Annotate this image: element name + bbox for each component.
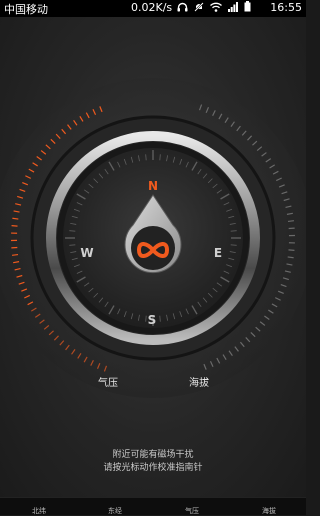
- dial-tick: [69, 245, 75, 246]
- dial-tick: [69, 231, 75, 232]
- dial-tick: [160, 154, 161, 160]
- hint-line-1: 附近可能有磁场干扰: [0, 449, 306, 462]
- dial-tick: [231, 245, 237, 246]
- compass-screen: N E S W 气压 海拔 附近可能有磁场干扰 请按光标动作校准指南针: [0, 17, 306, 497]
- east-label: E: [214, 246, 222, 260]
- network-speed: 0.02K/s: [131, 1, 172, 14]
- dial-tick: [231, 231, 237, 232]
- wifi-icon: [210, 2, 222, 12]
- hint-line-2: 请按光标动作校准指南针: [0, 462, 306, 475]
- dial-tick: [146, 154, 147, 160]
- carrier-name: 中国移动: [4, 1, 48, 17]
- bottom-tab-bar: 北纬 东经 气压 海拔: [0, 497, 306, 515]
- clock: 16:55: [270, 1, 302, 14]
- tab-latitude[interactable]: 北纬: [32, 506, 46, 516]
- pressure-tick: [12, 255, 18, 256]
- north-label: N: [148, 179, 158, 193]
- altitude-label: 海拔: [189, 374, 209, 389]
- pressure-label: 气压: [98, 374, 118, 389]
- pressure-tick: [12, 218, 18, 219]
- status-icons: [177, 1, 251, 12]
- headphones-icon: [177, 2, 188, 12]
- tab-altitude[interactable]: 海拔: [262, 506, 276, 516]
- calibration-hint: 附近可能有磁场干扰 请按光标动作校准指南针: [0, 449, 306, 475]
- south-label: S: [148, 313, 157, 327]
- pressure-tick: [12, 226, 18, 227]
- altitude-tick: [288, 257, 294, 258]
- signal-icon: [228, 2, 238, 12]
- battery-icon: [244, 1, 251, 12]
- tab-pressure[interactable]: 气压: [185, 506, 199, 516]
- tab-longitude[interactable]: 东经: [108, 506, 122, 516]
- compass-graphic: N E S W: [0, 17, 306, 497]
- dial-tick: [160, 316, 161, 322]
- mute-icon: [194, 2, 204, 12]
- altitude-tick: [288, 221, 294, 222]
- dial-tick: [146, 316, 147, 322]
- altitude-tick: [288, 250, 294, 251]
- west-label: W: [80, 246, 93, 260]
- status-bar: 中国移动 0.02K/s 16:55: [0, 0, 306, 17]
